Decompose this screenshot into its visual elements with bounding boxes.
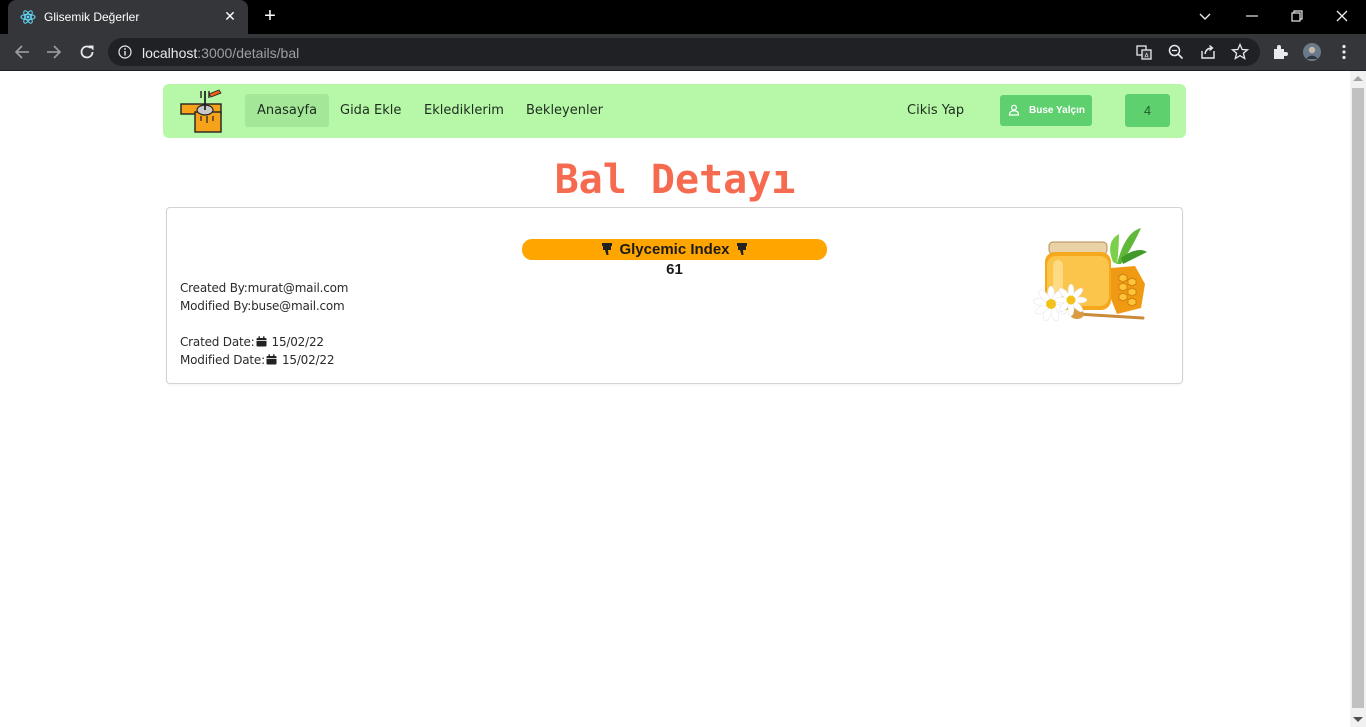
close-tab-icon[interactable]: ✕ (222, 8, 238, 24)
logo[interactable] (179, 88, 225, 134)
nav-gida-ekle[interactable]: Gida Ekle (328, 94, 413, 127)
scroll-down-arrow-icon[interactable] (1353, 717, 1363, 722)
calendar-icon (256, 336, 267, 347)
menu-kebab-icon[interactable] (1334, 42, 1354, 62)
honey-image (1033, 228, 1147, 322)
created-by: Created By:murat@mail.com (180, 281, 349, 295)
zoom-icon[interactable] (1166, 42, 1186, 62)
nav-anasayfa[interactable]: Anasayfa (245, 94, 330, 127)
bookmark-star-icon[interactable] (1230, 42, 1250, 62)
created-date-row: Crated Date: 15/02/22 (180, 335, 324, 349)
created-date: 15/02/22 (271, 335, 324, 349)
tab-title: Glisemik Değerler (44, 10, 140, 24)
thumbs-down-icon (736, 242, 747, 255)
thumbs-down-icon (602, 242, 613, 255)
modified-date: 15/02/22 (281, 353, 335, 367)
translate-icon[interactable]: A (1134, 42, 1154, 62)
page-viewport: Anasayfa Gida Ekle Eklediklerim Bekleyen… (0, 71, 1350, 727)
tab-search-icon[interactable] (1193, 4, 1217, 28)
avatar[interactable] (1302, 42, 1322, 62)
glycemic-index-label: Glycemic Index (619, 241, 730, 258)
page-scrollbar[interactable] (1350, 71, 1366, 727)
share-icon[interactable] (1198, 42, 1218, 62)
browser-tabstrip: Glisemik Değerler ✕ + (0, 0, 1366, 34)
user-icon (1008, 104, 1020, 116)
nav-eklediklerim[interactable]: Eklediklerim (412, 94, 516, 127)
close-window-icon[interactable] (1330, 4, 1354, 28)
info-icon[interactable] (118, 45, 132, 59)
scroll-up-arrow-icon[interactable] (1353, 76, 1363, 81)
page-title: Bal Detayı (554, 157, 796, 203)
forward-icon[interactable] (44, 42, 64, 62)
modified-date-label: Modified Date: (180, 353, 265, 367)
address-bar[interactable]: localhost:3000/details/bal (108, 38, 1260, 66)
glycemic-index-value: 61 (666, 261, 683, 278)
nav-bekleyenler[interactable]: Bekleyenler (514, 94, 615, 127)
browser-tab[interactable]: Glisemik Değerler ✕ (8, 0, 248, 34)
user-name: Buse Yalçın (1029, 105, 1085, 116)
new-tab-icon[interactable]: + (260, 6, 280, 26)
url-host: localhost (142, 45, 198, 61)
calendar-icon (266, 354, 277, 365)
url-text: localhost:3000/details/bal (142, 45, 299, 61)
reload-icon[interactable] (77, 42, 97, 62)
modified-date-row: Modified Date: 15/02/22 (180, 353, 334, 367)
extensions-icon[interactable] (1270, 42, 1290, 62)
created-date-label: Crated Date: (180, 335, 255, 349)
restore-icon[interactable] (1285, 4, 1309, 28)
logout-link[interactable]: Cikis Yap (895, 94, 976, 127)
back-icon[interactable] (12, 42, 32, 62)
detail-card: Glycemic Index 61 Created By:murat@mail.… (166, 207, 1183, 384)
modified-by: Modified By:buse@mail.com (180, 299, 345, 313)
count-badge[interactable]: 4 (1125, 94, 1170, 127)
user-button[interactable]: Buse Yalçın (1000, 95, 1092, 126)
scroll-thumb[interactable] (1352, 88, 1364, 708)
minimize-icon[interactable] (1240, 4, 1264, 28)
react-icon (20, 10, 36, 24)
url-path: :3000/details/bal (197, 45, 300, 61)
browser-toolbar: localhost:3000/details/bal A (0, 34, 1366, 71)
navbar: Anasayfa Gida Ekle Eklediklerim Bekleyen… (163, 84, 1186, 138)
glycemic-index-badge: Glycemic Index (522, 239, 827, 260)
